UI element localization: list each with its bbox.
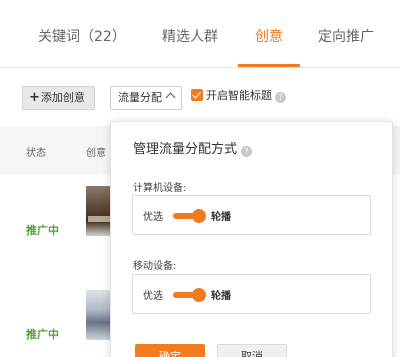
- chevron-up-icon: [165, 92, 176, 103]
- switch-knob: [192, 288, 206, 302]
- traffic-allocation-label: 流量分配: [118, 91, 162, 104]
- creative-management-screen: 关键词（22） 精选人群 创意 定向推广 +添加创意 流量分配 开启智能标题? …: [0, 0, 400, 357]
- pc-device-switch[interactable]: [173, 209, 206, 223]
- popup-title-text: 管理流量分配方式: [133, 142, 238, 157]
- option-preferred-label: 优选: [143, 291, 163, 302]
- pc-device-toggle-group: 优选 轮播: [132, 195, 371, 235]
- smart-title-option: 开启智能标题?: [191, 88, 286, 104]
- row-status: 推广中: [26, 224, 59, 237]
- add-creative-button[interactable]: +添加创意: [22, 86, 95, 110]
- smart-title-label: 开启智能标题: [206, 89, 272, 102]
- creative-thumbnail[interactable]: [86, 186, 112, 236]
- tab-bar: 关键词（22） 精选人群 创意 定向推广: [0, 0, 400, 68]
- mobile-device-toggle-group: 优选 轮播: [132, 274, 371, 314]
- traffic-allocation-popup: 管理流量分配方式? 计算机设备: 优选 轮播 移动设备: 优选 轮播 确定 取消: [110, 121, 393, 357]
- help-icon[interactable]: ?: [275, 92, 286, 103]
- option-rotation-label: 轮播: [211, 291, 231, 302]
- add-creative-label: 添加创意: [40, 91, 85, 104]
- tab-creative[interactable]: 创意: [255, 28, 283, 46]
- pc-device-label: 计算机设备:: [133, 183, 187, 194]
- help-icon[interactable]: ?: [241, 146, 253, 157]
- confirm-button[interactable]: 确定: [135, 344, 205, 357]
- thumbnail-tag: [88, 216, 110, 222]
- popup-title: 管理流量分配方式?: [133, 138, 253, 157]
- smart-title-checkbox[interactable]: [191, 89, 203, 101]
- tab-keywords[interactable]: 关键词（22）: [38, 28, 126, 46]
- option-rotation-label: 轮播: [211, 212, 231, 223]
- mobile-device-label: 移动设备:: [133, 261, 177, 272]
- traffic-allocation-button[interactable]: 流量分配: [110, 86, 182, 110]
- switch-knob: [192, 209, 206, 223]
- column-header-creative: 创意: [86, 148, 106, 159]
- creative-thumbnail[interactable]: [86, 290, 112, 340]
- row-status: 推广中: [26, 328, 59, 341]
- mobile-device-switch[interactable]: [173, 288, 206, 302]
- cancel-button[interactable]: 取消: [217, 344, 287, 357]
- tab-targeted-promotion[interactable]: 定向推广: [318, 28, 374, 46]
- option-preferred-label: 优选: [143, 212, 163, 223]
- plus-icon: +: [29, 90, 40, 105]
- column-header-status: 状态: [26, 148, 46, 159]
- active-tab-indicator: [238, 64, 300, 67]
- tab-selected-audience[interactable]: 精选人群: [162, 28, 218, 46]
